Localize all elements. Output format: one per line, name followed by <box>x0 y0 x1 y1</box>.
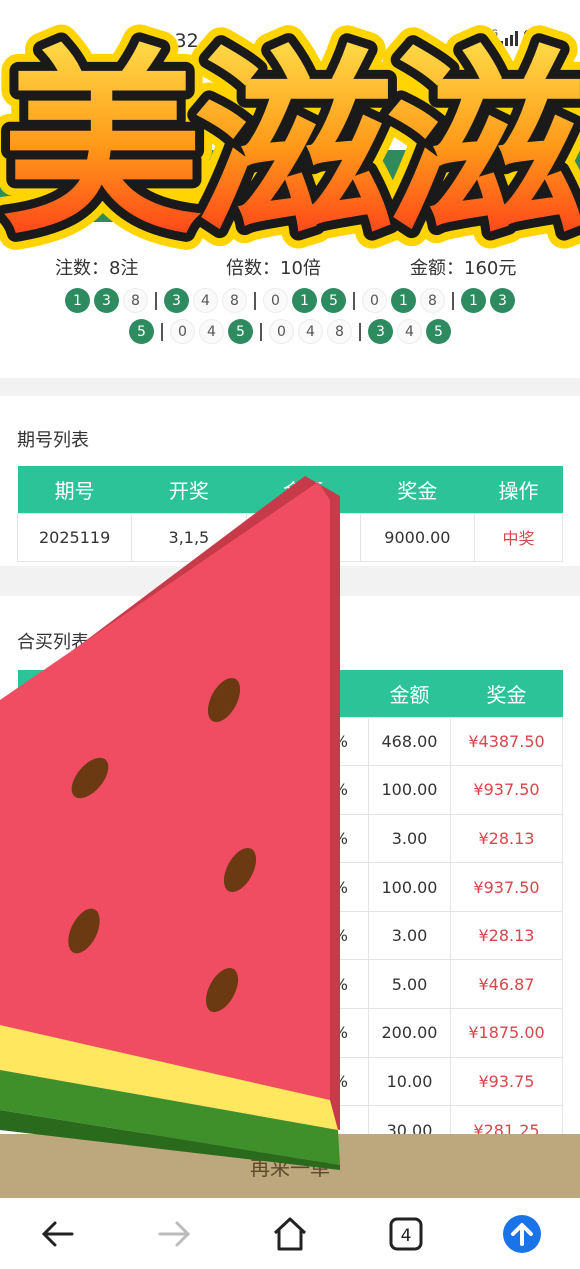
number-ball: 0 <box>170 319 195 344</box>
number-ball-hit: 1 <box>65 288 90 313</box>
number-ball-hit: 3 <box>368 319 393 344</box>
joint-prize: ¥937.50 <box>450 765 563 815</box>
multiple-label: 倍数： <box>226 258 280 279</box>
number-ball-hit: 3 <box>164 288 189 313</box>
number-ball: 8 <box>420 288 445 313</box>
number-ball: 0 <box>263 288 288 313</box>
multiple-stat: 倍数：10倍 <box>226 254 321 280</box>
number-row-2: 5045048345 <box>0 319 580 344</box>
bets-value: 8注 <box>109 258 139 279</box>
issue-list-title: 期号列表 <box>17 430 89 451</box>
joint-prize: ¥28.13 <box>450 910 563 961</box>
col-joint-prize: 奖金 <box>450 670 563 717</box>
forward-arrow-icon <box>158 1221 191 1247</box>
group-separator <box>260 322 262 341</box>
scroll-top-icon <box>503 1215 541 1253</box>
browser-nav-bar: 4 <box>0 1198 580 1269</box>
bets-stat: 注数：8注 <box>55 254 138 280</box>
joint-prize: ¥28.13 <box>450 813 563 864</box>
joint-prize: ¥937.50 <box>450 862 563 912</box>
amount-value: 160元 <box>464 258 517 279</box>
col-prize: 奖金 <box>360 466 475 513</box>
summary-stats: 注数：8注 倍数：10倍 金额：160元 <box>0 254 580 280</box>
tabs-count: 4 <box>401 1226 412 1246</box>
number-ball: 4 <box>193 288 218 313</box>
number-ball: 4 <box>397 319 422 344</box>
joint-amount: 200.00 <box>368 1008 451 1058</box>
home-icon <box>273 1217 307 1251</box>
joint-prize: ¥4387.50 <box>450 716 563 767</box>
back-arrow-icon <box>41 1221 74 1247</box>
amount-label: 金额： <box>410 258 464 279</box>
bets-label: 注数： <box>55 258 109 279</box>
group-separator <box>254 291 256 310</box>
number-ball: 0 <box>269 319 294 344</box>
forward-button[interactable] <box>152 1212 196 1256</box>
joint-amount: 100.00 <box>368 862 451 912</box>
multiple-value: 10倍 <box>280 258 321 279</box>
number-ball: 4 <box>298 319 323 344</box>
group-separator <box>359 322 361 341</box>
amount-stat: 金额：160元 <box>410 254 516 280</box>
group-separator <box>155 291 157 310</box>
col-joint-amount: 金额 <box>368 670 451 717</box>
watermelon-sticker <box>0 476 340 1170</box>
joint-prize: ¥46.87 <box>450 959 563 1010</box>
number-ball-hit: 5 <box>321 288 346 313</box>
joint-amount: 3.00 <box>368 910 451 961</box>
issue-prize: 9000.00 <box>359 512 476 562</box>
number-ball: 8 <box>123 288 148 313</box>
number-ball-hit: 3 <box>94 288 119 313</box>
banner-text: 美滋滋 <box>2 29 580 254</box>
joint-prize: ¥93.75 <box>450 1056 563 1107</box>
scroll-top-button[interactable] <box>500 1212 544 1256</box>
joint-amount: 100.00 <box>368 765 451 815</box>
home-button[interactable] <box>268 1212 312 1256</box>
number-ball-hit: 1 <box>292 288 317 313</box>
number-ball-hit: 1 <box>391 288 416 313</box>
number-ball-hit: 5 <box>426 319 451 344</box>
group-separator <box>353 291 355 310</box>
group-separator <box>452 291 454 310</box>
number-row-1: 13834801501813 <box>0 288 580 313</box>
number-ball-hit: 5 <box>228 319 253 344</box>
col-action: 操作 <box>474 466 563 513</box>
number-ball: 8 <box>222 288 247 313</box>
sticker-banner: 美滋滋 美滋滋 美滋滋 <box>0 24 580 254</box>
number-ball-hit: 1 <box>461 288 486 313</box>
joint-amount: 5.00 <box>368 959 451 1010</box>
tabs-icon: 4 <box>389 1217 423 1251</box>
number-ball-hit: 3 <box>490 288 515 313</box>
joint-amount: 3.00 <box>368 813 451 864</box>
win-status-link[interactable]: 中奖 <box>474 512 563 562</box>
joint-amount: 10.00 <box>368 1056 451 1107</box>
number-ball: 0 <box>362 288 387 313</box>
group-separator <box>161 322 163 341</box>
number-ball-hit: 5 <box>129 319 154 344</box>
back-button[interactable] <box>36 1212 80 1256</box>
tabs-button[interactable]: 4 <box>384 1212 428 1256</box>
number-ball: 8 <box>327 319 352 344</box>
joint-prize: ¥1875.00 <box>450 1008 563 1058</box>
joint-amount: 468.00 <box>368 716 451 767</box>
number-ball: 4 <box>199 319 224 344</box>
